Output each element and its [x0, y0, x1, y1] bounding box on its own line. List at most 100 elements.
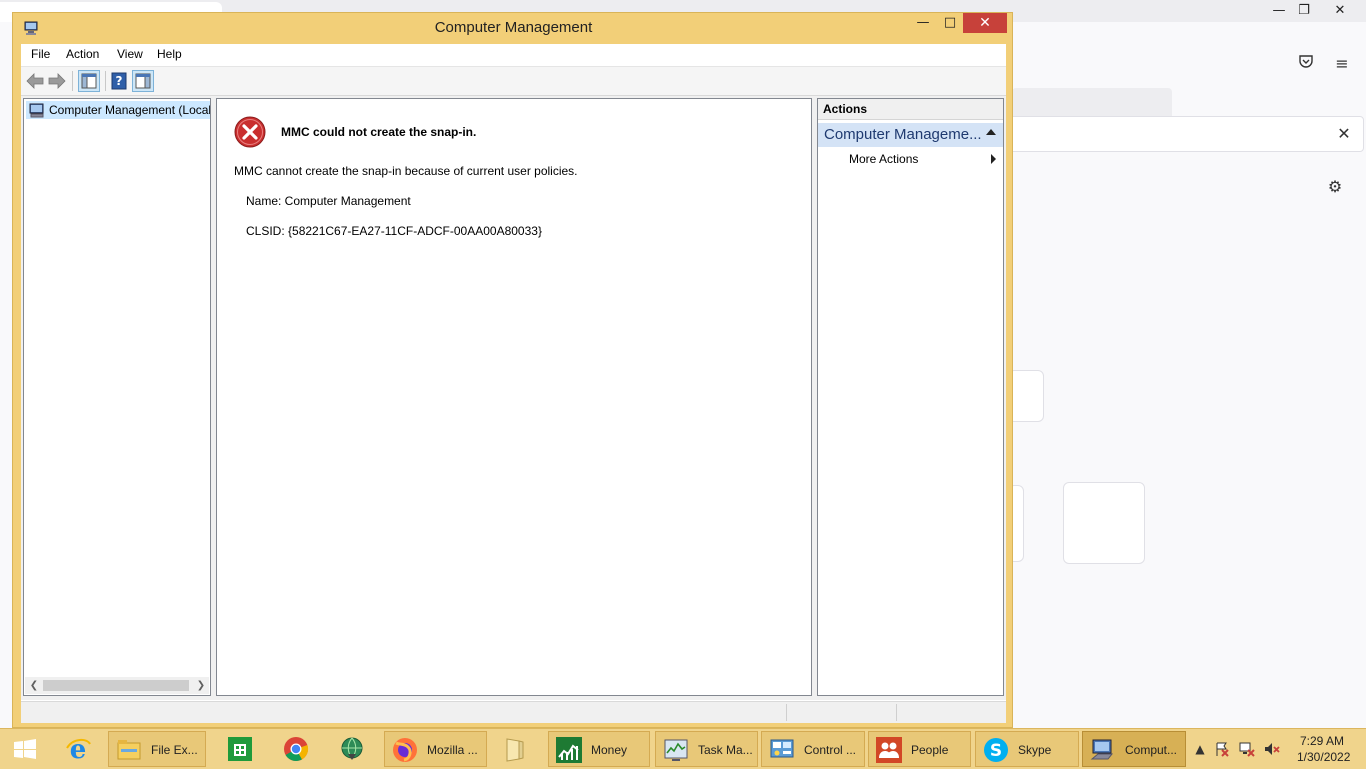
status-divider — [896, 704, 897, 721]
panes-container: Computer Management (Local ❮ ❯ MMC could — [21, 96, 1006, 700]
store-icon — [228, 737, 252, 761]
actions-section-computer-management[interactable]: Computer Manageme... — [818, 123, 1003, 147]
money-icon — [556, 737, 582, 763]
collapse-caret-icon[interactable] — [986, 129, 996, 135]
taskbar-item-computer-management[interactable]: Comput... — [1082, 731, 1186, 767]
taskbar-item-label: Comput... — [1125, 743, 1178, 757]
toolbar-separator — [72, 71, 73, 91]
taskbar-item-folder[interactable] — [491, 731, 539, 767]
error-title: MMC could not create the snap-in. — [281, 125, 477, 139]
menu-bar: File Action View Help — [21, 44, 1006, 67]
globe-download-icon — [341, 737, 363, 760]
file-explorer-icon — [117, 740, 141, 760]
taskbar-item-label: People — [911, 743, 949, 757]
menu-help[interactable]: Help — [157, 47, 182, 61]
tree-node-computer-management[interactable]: Computer Management (Local — [26, 101, 211, 121]
action-item-label: More Actions — [849, 152, 919, 166]
snapin-name: Name: Computer Management — [246, 194, 411, 208]
taskbar-item-internet-explorer[interactable]: e — [55, 731, 103, 767]
window-client-area: File Action View Help ? Computer Managem… — [21, 44, 1006, 723]
chrome-icon — [284, 737, 309, 762]
volume-muted-icon[interactable] — [1264, 741, 1280, 757]
taskbar-item-firefox[interactable]: Mozilla ... — [384, 731, 487, 767]
taskbar-item-label: Control ... — [804, 743, 857, 757]
taskbar-item-label: Mozilla ... — [427, 743, 478, 757]
taskbar-item-skype[interactable]: S Skype — [975, 731, 1079, 767]
scroll-left-arrow-icon[interactable]: ❮ — [26, 678, 42, 693]
close-icon[interactable]: ✕ — [1333, 123, 1355, 145]
firefox-icon — [393, 738, 417, 762]
shortcut-tile[interactable] — [1063, 482, 1145, 564]
menu-view[interactable]: View — [117, 47, 143, 61]
taskbar-item-store[interactable] — [217, 731, 265, 767]
browser-restore-button[interactable]: ❐ — [1285, 0, 1323, 22]
close-button[interactable]: ✕ — [963, 13, 1007, 33]
toolbar: ? — [21, 67, 1006, 96]
show-hide-action-pane-icon[interactable] — [132, 70, 154, 92]
browser-search-bar[interactable]: ✕ — [1012, 116, 1364, 152]
actions-pane: Actions Computer Manageme... More Action… — [817, 98, 1004, 696]
taskbar-item-file-explorer[interactable]: File Ex... — [108, 731, 206, 767]
computer-management-icon — [1090, 739, 1114, 760]
taskbar-item-control-panel[interactable]: Control ... — [761, 731, 865, 767]
svg-text:?: ? — [116, 74, 123, 88]
pocket-icon[interactable] — [1295, 53, 1317, 75]
skype-icon: S — [984, 738, 1008, 762]
scrollbar-thumb[interactable] — [43, 680, 189, 691]
hamburger-menu-icon[interactable]: ≡ — [1331, 53, 1353, 75]
svg-text:S: S — [990, 741, 1002, 761]
taskbar-item-chrome[interactable] — [272, 731, 320, 767]
actions-section-label: Computer Manageme... — [824, 126, 982, 143]
gear-icon[interactable]: ⚙ — [1324, 176, 1346, 198]
taskbar-item-money[interactable]: Money — [548, 731, 650, 767]
taskbar-item-label: Task Ma... — [698, 743, 753, 757]
actions-header-label: Actions — [823, 102, 868, 116]
taskbar-item-task-manager[interactable]: Task Ma... — [655, 731, 758, 767]
tree-node-label: Computer Management (Local — [49, 103, 211, 117]
horizontal-scrollbar[interactable]: ❮ ❯ — [25, 677, 209, 694]
menu-file[interactable]: File — [31, 47, 50, 61]
task-manager-icon — [664, 739, 688, 761]
windows-logo-icon — [14, 739, 36, 759]
console-tree-pane: Computer Management (Local ❮ ❯ — [23, 98, 211, 696]
internet-explorer-icon: e — [66, 736, 91, 762]
network-icon[interactable] — [1239, 741, 1255, 757]
taskbar-item-download-manager[interactable] — [328, 731, 376, 767]
error-description: MMC cannot create the snap-in because of… — [234, 164, 578, 178]
start-button[interactable] — [3, 731, 47, 767]
help-icon[interactable]: ? — [108, 70, 130, 92]
actions-header: Actions — [818, 99, 1003, 120]
computer-icon — [29, 102, 45, 121]
folder-icon — [506, 738, 524, 762]
people-icon — [876, 737, 902, 763]
action-center-flag-icon[interactable] — [1214, 741, 1230, 757]
taskbar: e File Ex... Mozilla ... Money Task Ma..… — [0, 728, 1366, 769]
result-pane: MMC could not create the snap-in. MMC ca… — [216, 98, 812, 696]
menu-action[interactable]: Action — [66, 47, 99, 61]
window-title: Computer Management — [434, 19, 593, 36]
show-hide-console-tree-icon[interactable] — [78, 70, 100, 92]
minimize-button[interactable]: — — [909, 13, 937, 33]
snapin-clsid: CLSID: {58221C67-EA27-11CF-ADCF-00AA00A8… — [246, 224, 542, 238]
submenu-arrow-icon — [991, 154, 996, 164]
scroll-right-arrow-icon[interactable]: ❯ — [193, 678, 209, 693]
title-bar[interactable]: Computer Management — □ ✕ — [13, 13, 1012, 43]
forward-arrow-icon[interactable] — [46, 70, 68, 92]
show-hidden-icons-icon[interactable]: ▲ — [1192, 741, 1208, 757]
clock-time[interactable]: 7:29 AM — [1300, 734, 1344, 748]
status-divider — [786, 704, 787, 721]
taskbar-item-people[interactable]: People — [868, 731, 971, 767]
clock-date[interactable]: 1/30/2022 — [1297, 750, 1350, 764]
error-icon — [234, 116, 266, 148]
toolbar-separator — [105, 71, 106, 91]
action-more-actions[interactable]: More Actions — [818, 149, 1003, 169]
taskbar-item-label: Money — [591, 743, 628, 757]
shortcut-tile[interactable] — [1008, 370, 1044, 422]
control-panel-icon — [770, 739, 794, 758]
browser-close-button[interactable]: ✕ — [1320, 0, 1360, 22]
back-arrow-icon[interactable] — [24, 70, 46, 92]
computer-management-window: Computer Management — □ ✕ File Action Vi… — [12, 12, 1013, 728]
status-bar — [21, 701, 1006, 723]
maximize-button[interactable]: □ — [937, 13, 963, 33]
taskbar-item-label: Skype — [1018, 743, 1052, 757]
